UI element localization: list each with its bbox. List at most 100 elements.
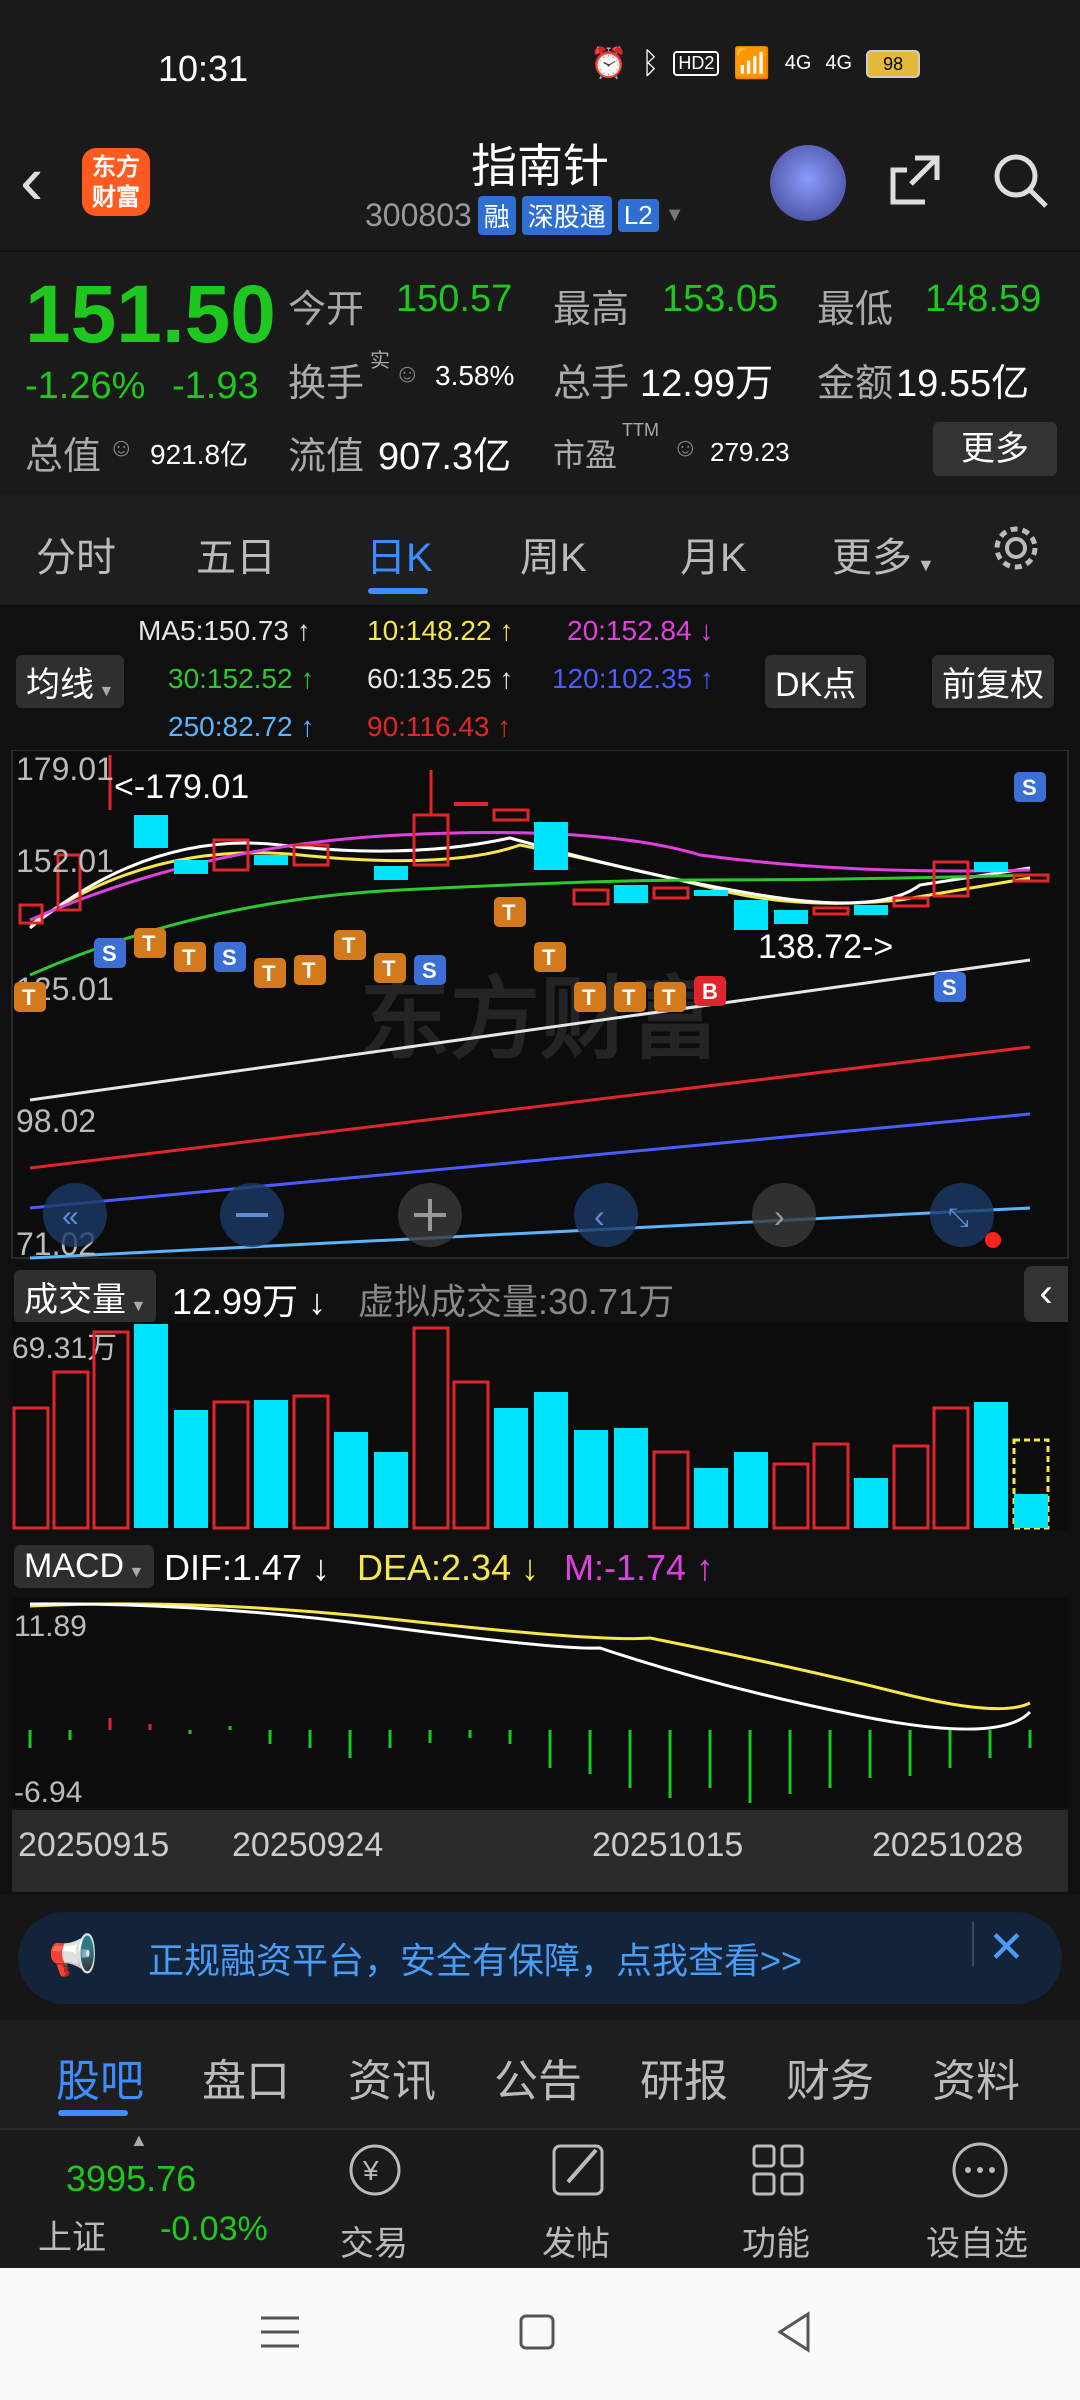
caret-up-icon: ▲ (130, 2130, 148, 2150)
functions-label[interactable]: 功能 (742, 2216, 810, 2265)
megaphone-icon: 📢 (48, 1934, 98, 1978)
volume-bar (854, 1478, 888, 1528)
tab-five-day[interactable]: 五日 (196, 525, 276, 583)
status-icons: ⏰ ᛒ HD2 📶 4G 4G 98 (590, 46, 921, 81)
tab-intraday[interactable]: 分时 (36, 525, 116, 583)
trade-icon[interactable]: ¥ (335, 2140, 415, 2200)
t-marker-letter: T (582, 985, 596, 1010)
candle (694, 890, 728, 896)
functions-grid-icon[interactable] (740, 2140, 820, 2200)
candle (374, 866, 408, 880)
volume-label: 总手 (553, 363, 630, 405)
promo-text[interactable]: 正规融资平台，安全有保障，点我查看>> (148, 1932, 802, 1984)
ma60-label: 60:135.25 ↑ (367, 663, 514, 694)
svg-text:¥: ¥ (362, 2155, 379, 2186)
rewind-icon-glyph: « (62, 1200, 79, 1233)
y-tick: 179.01 (16, 751, 114, 787)
menu-icon[interactable] (255, 2310, 305, 2354)
change-percent: -1.26% (25, 365, 146, 407)
more-quote-button[interactable]: 更多 (933, 422, 1057, 476)
candle (614, 885, 648, 903)
date-label: 20250915 (18, 1826, 170, 1864)
volume-selector-button[interactable]: 成交量 ▼ (14, 1270, 157, 1323)
add-watchlist-label[interactable]: 设自选 (926, 2216, 1028, 2265)
caret-down-icon: ▼ (912, 555, 935, 575)
dk-point-button[interactable]: DK点 (765, 655, 867, 708)
high-value: 153.05 (662, 278, 779, 320)
macd-selector-button[interactable]: MACD ▼ (14, 1545, 155, 1588)
candle (974, 862, 1008, 872)
volume-bar (694, 1468, 728, 1528)
tab-monthly-k[interactable]: 月K (680, 525, 747, 583)
ma250-label: 250:82.72 ↑ (168, 711, 315, 742)
tab-profile[interactable]: 资料 (932, 2045, 1020, 2109)
trade-label[interactable]: 交易 (340, 2216, 408, 2265)
low-marker: 138.72-> (758, 928, 893, 966)
share-icon[interactable] (885, 150, 945, 210)
assistant-robot-icon[interactable] (770, 145, 846, 221)
status-time: 10:31 (158, 48, 249, 89)
adjust-button[interactable]: 前复权 (932, 655, 1054, 708)
back-nav-icon[interactable] (772, 2308, 816, 2356)
kline-chart[interactable]: 东方财富 179.01 152.01 125.01 98.02 71.02 <-… (0, 750, 1080, 1260)
date-label: 20251015 (592, 1826, 744, 1864)
more-options-icon[interactable] (940, 2140, 1020, 2200)
t-marker-letter: T (182, 945, 196, 970)
index-name: 上证 (38, 2219, 106, 2257)
tab-news[interactable]: 资讯 (348, 2045, 436, 2109)
tab-orderbook[interactable]: 盘口 (202, 2045, 290, 2109)
macd-dea: DEA:2.34 ↓ (357, 1547, 540, 1588)
t-marker-letter: T (622, 985, 636, 1010)
tab-financials[interactable]: 财务 (786, 2045, 874, 2109)
macd-bottom: -6.94 (14, 1776, 82, 1809)
tab-research[interactable]: 研报 (640, 2045, 728, 2109)
pe-info-icon[interactable]: ☺ (672, 432, 699, 463)
compose-icon[interactable] (540, 2140, 620, 2200)
info-icon[interactable]: ☺ (394, 358, 421, 389)
close-icon[interactable]: ✕ (988, 1922, 1025, 1973)
tab-forum[interactable]: 股吧 (56, 2045, 144, 2109)
collapse-panel-button[interactable]: ‹ (1024, 1266, 1068, 1322)
mktcap-info-icon[interactable]: ☺ (108, 432, 135, 463)
volume-bar (174, 1410, 208, 1528)
volume-bar (534, 1392, 568, 1528)
candle (534, 822, 568, 870)
home-icon[interactable] (515, 2310, 559, 2354)
date-label: 20251028 (872, 1826, 1024, 1864)
candle (174, 860, 208, 874)
float-value: 907.3亿 (378, 436, 512, 478)
candle (734, 900, 768, 930)
prev-icon[interactable] (574, 1183, 638, 1247)
search-icon[interactable] (990, 150, 1050, 210)
volume-bar (614, 1428, 648, 1528)
ma20-label: 20:152.84 ↓ (567, 615, 714, 646)
volume-bar (134, 1324, 168, 1528)
ma10-label: 10:148.22 ↑ (367, 615, 514, 646)
active-bottom-tab-indicator (58, 2110, 128, 2116)
index-value[interactable]: 3995.76 (66, 2158, 196, 2200)
tab-weekly-k[interactable]: 周K (520, 525, 587, 583)
volume-bar (494, 1408, 528, 1528)
volume-bar (574, 1430, 608, 1528)
tab-announcements[interactable]: 公告 (494, 2045, 582, 2109)
gear-icon[interactable] (990, 522, 1042, 574)
amount-value: 19.55亿 (896, 363, 1030, 405)
alarm-icon: ⏰ (590, 47, 628, 80)
tab-more[interactable]: 更多 ▼ (832, 525, 935, 583)
ma-selector-button[interactable]: 均线 ▼ (16, 655, 125, 708)
turnover-value: 3.58% (435, 360, 515, 391)
prev-icon-glyph: ‹ (594, 1198, 605, 1234)
float-label: 流值 (288, 436, 365, 478)
s-marker-letter: S (942, 975, 957, 1000)
y-tick: 152.01 (16, 843, 114, 879)
tab-daily-k[interactable]: 日K (366, 525, 433, 583)
volume-bar (374, 1452, 408, 1528)
stock-code-row[interactable]: 300803 融 深股通 L2 ▼ (365, 196, 685, 235)
low-value: 148.59 (925, 278, 1042, 320)
macd-dif: DIF:1.47 ↓ (164, 1547, 331, 1588)
turnover-label: 换手 (288, 363, 365, 405)
t-marker-letter: T (302, 958, 316, 983)
compose-label[interactable]: 发帖 (542, 2216, 610, 2265)
volume-value: 12.99万 ↓ (172, 1281, 327, 1322)
candle (254, 855, 288, 865)
